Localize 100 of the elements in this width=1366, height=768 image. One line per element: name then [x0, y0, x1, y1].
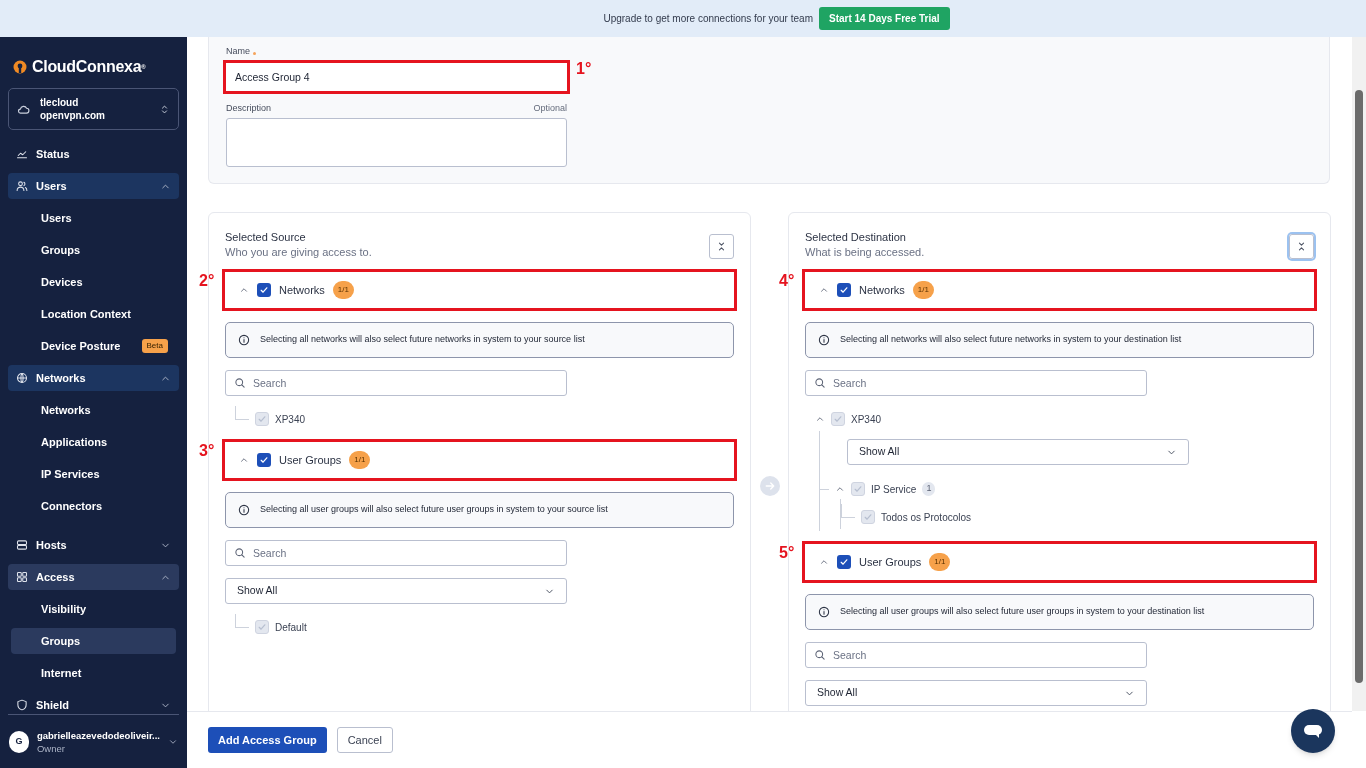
collapse-all-button[interactable]	[709, 234, 734, 259]
section-label[interactable]: Networks	[279, 281, 325, 299]
search-icon	[814, 377, 826, 389]
nav-group[interactable]: Shield	[8, 692, 179, 718]
scrollbar-thumb[interactable]	[1355, 90, 1363, 683]
section-label[interactable]: User Groups	[279, 451, 342, 469]
chat-bubble-icon	[1303, 722, 1323, 740]
annotation-label: 1°	[576, 59, 592, 79]
description-label: Description	[226, 102, 272, 114]
info-text: Selecting all user groups will also select future user groups in system to your source list	[260, 503, 608, 517]
annotation-label: 2°	[199, 271, 215, 291]
workspace-switcher[interactable]: tlecloud openvpn.com	[8, 88, 179, 130]
info-text: Selecting all user groups will also select future user groups in system to your destination list	[840, 605, 1205, 619]
collapse-icon	[716, 241, 727, 252]
check-icon	[833, 414, 843, 424]
collapse-icon	[1296, 241, 1307, 252]
nav-item[interactable]: Internet	[11, 660, 176, 686]
nav-group[interactable]: Hosts	[8, 532, 179, 558]
check-icon	[839, 285, 849, 295]
checkbox[interactable]	[837, 555, 851, 569]
annotation-label: 5°	[779, 543, 795, 563]
nav-item[interactable]: Networks	[11, 397, 176, 423]
search-icon	[234, 377, 246, 389]
check-icon	[259, 455, 269, 465]
annotation-label: 4°	[779, 271, 795, 291]
filter-dropdown[interactable]: Show All	[847, 439, 1189, 465]
section-label[interactable]: Networks	[859, 281, 905, 299]
nav-item[interactable]: Applications	[11, 429, 176, 455]
tree-item-label[interactable]: XP340	[275, 411, 306, 427]
description-input[interactable]	[226, 118, 567, 167]
nav-item[interactable]: Groups	[11, 237, 176, 263]
count-badge: 1/1	[332, 281, 354, 299]
nav-item[interactable]: Visibility	[11, 596, 176, 622]
nav-item[interactable]: Location Context	[11, 301, 176, 327]
nav-item[interactable]: Connectors	[11, 493, 176, 519]
server-icon	[16, 539, 28, 551]
checkbox[interactable]	[861, 510, 875, 524]
nav-group[interactable]: Users	[8, 173, 179, 199]
name-label: Name	[226, 45, 250, 59]
beta-badge: Beta	[141, 339, 168, 353]
info-icon	[818, 606, 830, 618]
check-icon	[257, 414, 267, 424]
nav-group[interactable]: Status	[8, 141, 179, 167]
search-field[interactable]: Search	[225, 370, 567, 396]
count-badge: 1	[922, 482, 936, 496]
logo-text: CloudConnexa$^{®}$	[32, 57, 146, 77]
check-icon	[257, 622, 267, 632]
banner-text: Upgrade to get more connections for your team	[603, 12, 813, 26]
tree-item-label[interactable]: Default	[275, 619, 307, 635]
nav-item[interactable]: Groups	[11, 628, 176, 654]
count-badge: 1/1	[929, 553, 951, 571]
count-badge: 1/1	[349, 451, 371, 469]
collapse-all-button[interactable]	[1289, 234, 1314, 259]
nav-item[interactable]: Device Posture Beta	[11, 333, 176, 359]
optional-hint: Optional	[533, 102, 567, 114]
annotation-label: 3°	[199, 441, 215, 461]
keyhole-logo-icon	[12, 59, 28, 75]
add-access-group-button[interactable]: Add Access Group	[208, 727, 327, 753]
panel-title: Selected Source	[225, 230, 307, 245]
info-icon	[238, 504, 250, 516]
panel-subtitle: What is being accessed.	[805, 245, 925, 260]
search-field[interactable]: Search	[805, 370, 1147, 396]
panel-title: Selected Destination	[805, 230, 907, 245]
search-field[interactable]: Search	[805, 642, 1147, 668]
info-icon	[238, 334, 250, 346]
nav-group[interactable]: Networks	[8, 365, 179, 391]
search-icon	[814, 649, 826, 661]
users-icon	[16, 180, 28, 192]
checkbox[interactable]	[255, 620, 269, 634]
checkbox[interactable]	[831, 412, 845, 426]
tree-line	[235, 406, 249, 420]
checkbox[interactable]	[837, 283, 851, 297]
user-role: Owner	[36, 741, 66, 755]
shield-icon	[16, 699, 28, 711]
workspace-name: tlecloud	[40, 96, 80, 109]
updown-chevron-icon	[159, 103, 170, 115]
filter-dropdown[interactable]: Show All	[805, 680, 1147, 706]
grid-icon	[16, 571, 28, 583]
panel-subtitle: Who you are giving access to.	[225, 245, 372, 260]
tree-item-label[interactable]: XP340	[851, 411, 882, 427]
tree-item-label[interactable]: Todos os Protocolos	[881, 509, 972, 525]
workspace-domain: openvpn.com	[40, 109, 106, 122]
nav-group[interactable]: Access	[8, 564, 179, 590]
nav-item[interactable]: IP Services	[11, 461, 176, 487]
search-field[interactable]: Search	[225, 540, 567, 566]
nav-item[interactable]: Users	[11, 205, 176, 231]
checkbox[interactable]	[257, 283, 271, 297]
tree-line	[235, 614, 249, 628]
section-label[interactable]: User Groups	[859, 553, 922, 571]
info-text: Selecting all networks will also select future networks in system to your destination list	[840, 333, 1182, 347]
tree-item-label[interactable]: IP Service	[871, 481, 917, 497]
checkbox[interactable]	[851, 482, 865, 496]
filter-dropdown[interactable]: Show All	[225, 578, 567, 604]
checkbox[interactable]	[255, 412, 269, 426]
cancel-button[interactable]: Cancel	[336, 727, 393, 753]
nav-item[interactable]: Devices	[11, 269, 176, 295]
name-input[interactable]: Access Group 4	[226, 63, 567, 91]
check-icon	[853, 484, 863, 494]
checkbox[interactable]	[257, 453, 271, 467]
check-icon	[259, 285, 269, 295]
